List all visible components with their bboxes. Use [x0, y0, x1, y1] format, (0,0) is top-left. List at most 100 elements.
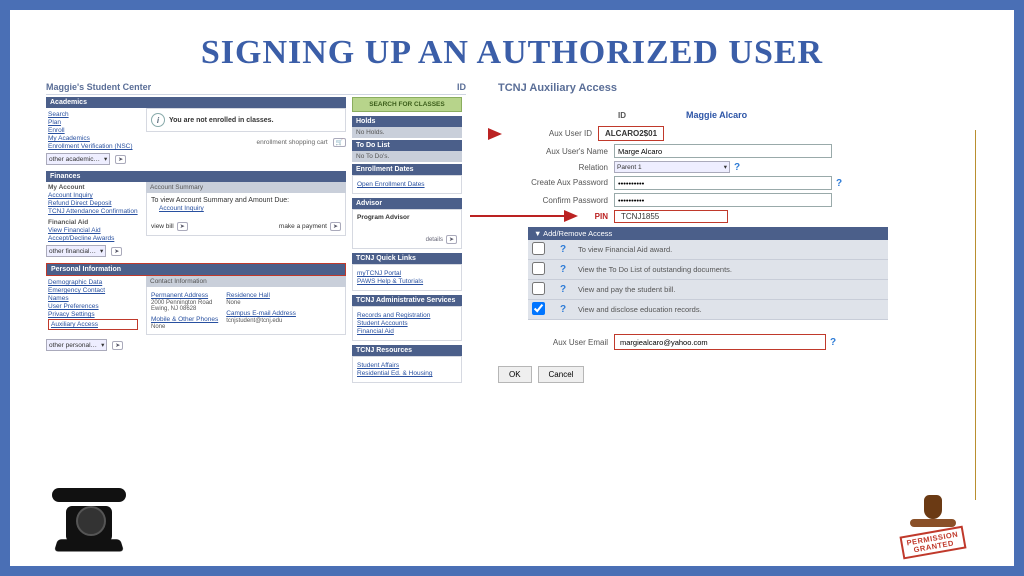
perm-text: View the To Do List of outstanding docum… [574, 260, 888, 280]
pin-value: TCNJ1855 [614, 210, 728, 223]
acct-summary-text: To view Account Summary and Amount Due: [151, 197, 341, 204]
details-link[interactable]: details [426, 237, 443, 243]
link-refund-dd[interactable]: Refund Direct Deposit [48, 200, 138, 207]
phones-label[interactable]: Mobile & Other Phones [151, 316, 218, 323]
help-icon[interactable]: ? [830, 337, 836, 348]
admin-finaid[interactable]: Financial Aid [357, 328, 457, 335]
aux-name-input[interactable] [614, 144, 832, 158]
open-enroll-link[interactable]: Open Enrollment Dates [357, 181, 457, 188]
res-stuaffairs[interactable]: Student Affairs [357, 362, 457, 369]
campus-email-value: tcnjstudent@tcnj.edu [226, 318, 296, 324]
perm-text: To view Financial Aid award. [574, 240, 888, 260]
ok-button[interactable]: OK [498, 366, 532, 383]
view-bill-link[interactable]: view bill [151, 223, 174, 230]
student-center-panel: Maggie's Student Center ID Academics Sea… [46, 82, 466, 387]
perm-addr-label[interactable]: Permanent Address [151, 292, 218, 299]
make-payment-link[interactable]: make a payment [279, 223, 327, 230]
advisor-bar: Advisor [352, 198, 462, 209]
res-hall-label[interactable]: Residence Hall [226, 292, 296, 299]
personal-info-bar: Personal Information [46, 263, 346, 276]
finances-bar: Finances [46, 171, 346, 182]
help-icon[interactable]: ? [560, 284, 566, 295]
help-icon[interactable]: ? [836, 178, 842, 189]
help-icon[interactable]: ? [560, 264, 566, 275]
cart-icon[interactable]: 🛒 [333, 138, 346, 147]
aux-name-display: Maggie Alcaro [686, 110, 747, 120]
other-personal-dropdown[interactable]: other personal… [46, 339, 107, 351]
link-acct-inquiry-2[interactable]: Account Inquiry [159, 205, 341, 212]
link-acct-inquiry[interactable]: Account Inquiry [48, 192, 138, 199]
perm-checkbox-records[interactable] [532, 302, 545, 315]
perm-text: View and disclose education records. [574, 300, 888, 320]
aux-id-label: Aux User ID [508, 129, 592, 138]
link-view-finaid[interactable]: View Financial Aid [48, 227, 138, 234]
create-pw-label: Create Aux Password [498, 179, 608, 187]
link-user-prefs[interactable]: User Preferences [48, 303, 138, 310]
link-demographic[interactable]: Demographic Data [48, 279, 138, 286]
perm-checkbox-finaid[interactable] [532, 242, 545, 255]
admin-stuacct[interactable]: Student Accounts [357, 320, 457, 327]
quicklinks-bar: TCNJ Quick Links [352, 253, 462, 264]
res-hall-value: None [226, 300, 296, 306]
perm-checkbox-todo[interactable] [532, 262, 545, 275]
link-search[interactable]: Search [48, 111, 138, 118]
holds-text: No Holds. [352, 127, 462, 138]
relation-dropdown[interactable]: Parent 1 [614, 161, 730, 173]
slide-title: SIGNING UP AN AUTHORIZED USER [46, 34, 978, 72]
aux-name-label: Aux User's Name [498, 147, 608, 156]
aux-email-label: Aux User Email [498, 338, 608, 347]
link-names[interactable]: Names [48, 295, 138, 302]
go-icon[interactable]: ➤ [112, 341, 123, 350]
res-housing[interactable]: Residential Ed. & Housing [357, 370, 457, 377]
link-my-academics[interactable]: My Academics [48, 135, 138, 142]
sc-heading: Maggie's Student Center [46, 82, 151, 92]
my-account-label: My Account [48, 184, 138, 191]
create-pw-input[interactable] [614, 176, 832, 190]
aux-access-panel: TCNJ Auxiliary Access ID Maggie Alcaro A… [498, 82, 968, 387]
link-auxiliary-access[interactable]: Auxiliary Access [48, 319, 138, 330]
campus-email-label[interactable]: Campus E-mail Address [226, 310, 296, 317]
perm-checkbox-bill[interactable] [532, 282, 545, 295]
other-financial-dropdown[interactable]: other financial… [46, 245, 106, 257]
other-academic-dropdown[interactable]: other academic… [46, 153, 110, 165]
link-emergency[interactable]: Emergency Contact [48, 287, 138, 294]
link-privacy[interactable]: Privacy Settings [48, 311, 138, 318]
todo-text: No To Do's. [352, 151, 462, 162]
ql-paws-help[interactable]: PAWS Help & Tutorials [357, 278, 457, 285]
holds-bar: Holds [352, 116, 462, 127]
go-icon[interactable]: ➤ [115, 155, 126, 164]
phones-value: None [151, 324, 218, 330]
admin-records[interactable]: Records and Registration [357, 312, 457, 319]
shopping-cart-link[interactable]: enrollment shopping cart [257, 139, 328, 146]
sc-id-label: ID [457, 82, 466, 92]
link-enroll[interactable]: Enroll [48, 127, 138, 134]
chevron-down-icon [100, 247, 103, 255]
perm-addr-value: 2000 Pennington Road Ewing, NJ 08628 [151, 300, 218, 312]
chevron-down-icon [724, 163, 727, 171]
permissions-table: ▼ Add/Remove Access ?To view Financial A… [528, 227, 888, 320]
go-icon[interactable]: ➤ [111, 247, 122, 256]
search-classes-button[interactable]: SEARCH FOR CLASSES [352, 97, 462, 112]
info-icon: i [151, 113, 165, 127]
aux-id-header: ID [618, 111, 626, 120]
link-plan[interactable]: Plan [48, 119, 138, 126]
arrow-icon [564, 210, 578, 222]
confirm-pw-input[interactable] [614, 193, 832, 207]
ql-mytcnj[interactable]: myTCNJ Portal [357, 270, 457, 277]
cancel-button[interactable]: Cancel [538, 366, 585, 383]
aux-email-input[interactable] [617, 336, 823, 348]
relation-label: Relation [498, 163, 608, 172]
help-icon[interactable]: ? [560, 304, 566, 315]
confirm-pw-label: Confirm Password [498, 196, 608, 205]
perm-header: Add/Remove Access [543, 229, 612, 238]
help-icon[interactable]: ? [560, 244, 566, 255]
help-icon[interactable]: ? [734, 162, 740, 173]
aux-heading: TCNJ Auxiliary Access [498, 82, 968, 94]
perm-text: View and pay the student bill. [574, 280, 888, 300]
link-enroll-verify[interactable]: Enrollment Verification (NSC) [48, 143, 138, 150]
admin-bar: TCNJ Administrative Services [352, 295, 462, 306]
permission-granted-stamp: PERMISSION GRANTED [888, 495, 978, 554]
fin-aid-label: Financial Aid [48, 219, 138, 226]
link-accept-decline[interactable]: Accept/Decline Awards [48, 235, 138, 242]
link-attendance[interactable]: TCNJ Attendance Confirmation [48, 208, 138, 215]
